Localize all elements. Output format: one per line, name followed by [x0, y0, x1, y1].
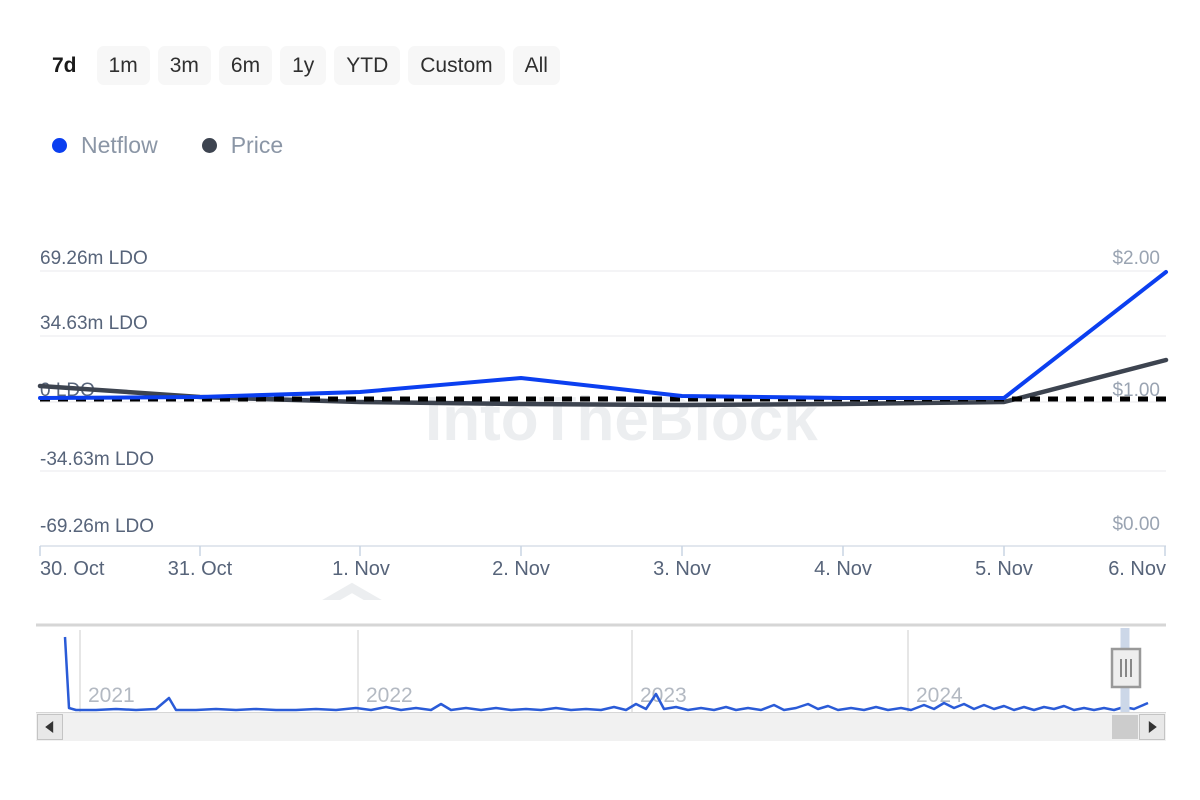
scrollbar-thumb[interactable] [1112, 715, 1138, 739]
legend-item-price[interactable]: Price [202, 134, 283, 157]
x-tick-1: 31. Oct [168, 558, 233, 580]
right-arrow-icon [1149, 721, 1157, 733]
x-tick-4: 3. Nov [653, 558, 711, 580]
chart-canvas: IntoTheBlock 69.26m LDO 34.63m LDO 0 LD [0, 230, 1200, 600]
legend-label-price: Price [231, 134, 283, 157]
y-right-tick-2: $0.00 [1112, 514, 1160, 535]
x-axis-labels: 30. Oct 31. Oct 1. Nov 2. Nov 3. Nov 4. … [40, 558, 1166, 580]
range-button-all[interactable]: All [513, 46, 560, 85]
y-left-tick-3: -34.63m LDO [40, 449, 154, 470]
navigator-gridlines [80, 630, 908, 712]
legend-label-netflow: Netflow [81, 134, 158, 157]
legend-dot-netflow-icon [52, 138, 67, 153]
y-right-tick-0: $2.00 [1112, 248, 1160, 269]
range-button-ytd[interactable]: YTD [334, 46, 400, 85]
navigator-series-line [65, 637, 1148, 710]
x-tick-5: 4. Nov [814, 558, 872, 580]
navigator-canvas: 2021 2022 2023 2024 [36, 620, 1166, 720]
y-left-tick-1: 34.63m LDO [40, 313, 148, 334]
y-axis-right-labels: $2.00 $1.00 $0.00 [1112, 248, 1160, 535]
range-button-3m[interactable]: 3m [158, 46, 211, 85]
x-axis-ticks [40, 546, 1165, 556]
range-selector: 7d 1m 3m 6m 1y YTD Custom All [40, 46, 560, 85]
range-button-1y[interactable]: 1y [280, 46, 326, 85]
hexagon-logo-icon [300, 588, 404, 600]
x-tick-6: 5. Nov [975, 558, 1033, 580]
main-chart[interactable]: IntoTheBlock 69.26m LDO 34.63m LDO 0 LD [0, 230, 1200, 600]
y-right-tick-1: $1.00 [1112, 380, 1160, 401]
navigator-year-2023: 2023 [640, 684, 687, 707]
navigator-scrollbar[interactable] [36, 713, 1166, 741]
navigator-year-2022: 2022 [366, 684, 413, 707]
y-left-tick-0: 69.26m LDO [40, 248, 148, 269]
range-button-6m[interactable]: 6m [219, 46, 272, 85]
chart-legend: Netflow Price [52, 134, 283, 157]
left-arrow-icon [45, 721, 53, 733]
range-button-custom[interactable]: Custom [408, 46, 504, 85]
range-button-7d[interactable]: 7d [40, 46, 89, 85]
y-left-tick-4: -69.26m LDO [40, 516, 154, 537]
scroll-right-button[interactable] [1139, 714, 1165, 740]
legend-item-netflow[interactable]: Netflow [52, 134, 158, 157]
x-tick-3: 2. Nov [492, 558, 550, 580]
navigator-range-handle-right[interactable] [1112, 628, 1140, 712]
navigator-year-2021: 2021 [88, 684, 135, 707]
navigator-year-2024: 2024 [916, 684, 963, 707]
navigator-year-labels: 2021 2022 2023 2024 [88, 684, 963, 707]
series-line-netflow [40, 272, 1166, 398]
x-tick-0: 30. Oct [40, 558, 105, 580]
scroll-left-button[interactable] [37, 714, 63, 740]
range-button-1m[interactable]: 1m [97, 46, 150, 85]
x-tick-7: 6. Nov [1108, 558, 1166, 580]
legend-dot-price-icon [202, 138, 217, 153]
x-tick-2: 1. Nov [332, 558, 390, 580]
